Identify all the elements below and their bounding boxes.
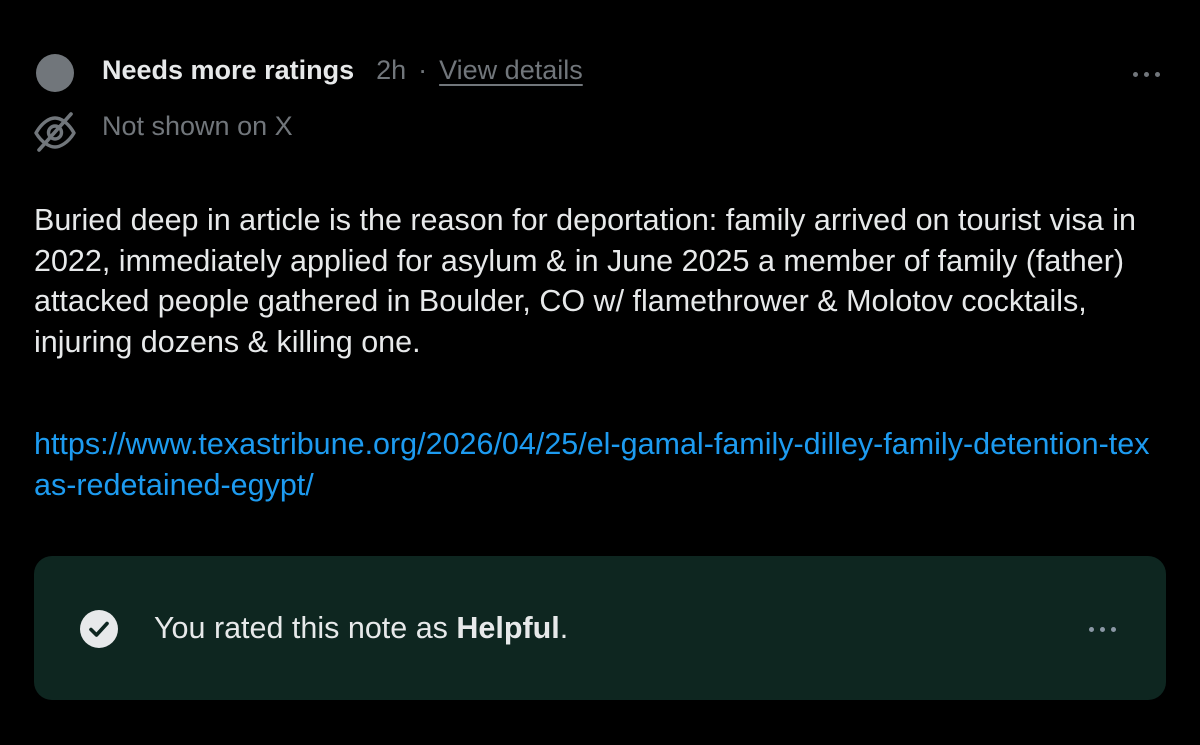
view-details-link[interactable]: View details <box>439 55 583 86</box>
eye-slash-icon <box>34 112 76 152</box>
timestamp: 2h <box>376 54 407 85</box>
note-header: Needs more ratings 2h · View details <box>102 52 583 88</box>
more-options-button[interactable] <box>1124 60 1168 88</box>
visibility-label: Not shown on X <box>102 111 293 141</box>
note-status-title: Needs more ratings <box>102 54 355 85</box>
separator-dot: · <box>418 54 428 85</box>
avatar <box>36 54 74 92</box>
rating-status-box: You rated this note as Helpful. <box>34 556 1166 700</box>
rating-suffix: . <box>559 611 569 645</box>
rating-message: You rated this note as Helpful. <box>154 608 568 648</box>
rating-value: Helpful <box>456 611 560 645</box>
more-horizontal-icon <box>1132 71 1160 77</box>
check-circle-icon <box>80 610 118 648</box>
rating-more-button[interactable] <box>1080 614 1124 644</box>
note-body-text: Buried deep in article is the reason for… <box>34 203 1136 359</box>
source-link[interactable]: https://www.texastribune.org/2026/04/25/… <box>34 424 1164 505</box>
rating-prefix: You rated this note as <box>154 611 457 645</box>
more-horizontal-icon <box>1088 626 1116 632</box>
